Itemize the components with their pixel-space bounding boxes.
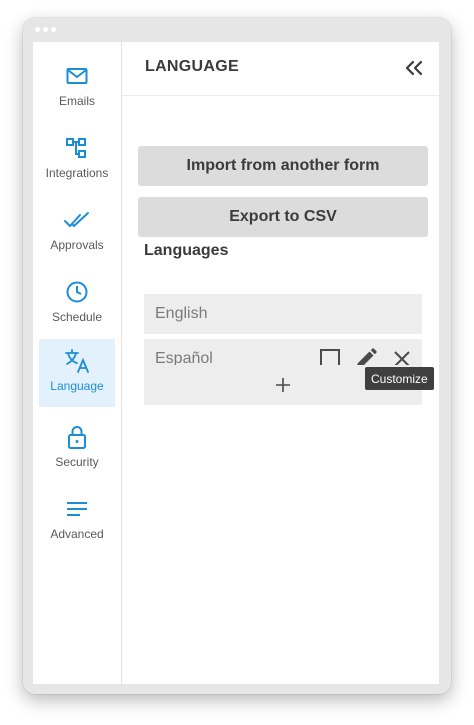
- sidebar: Emails Integrations Approvals Schedule L…: [33, 42, 122, 684]
- double-chevron-left-icon: [405, 60, 423, 76]
- plus-icon: [276, 378, 290, 392]
- window-dots: [35, 27, 56, 32]
- page-title: LANGUAGE: [145, 58, 239, 75]
- sidebar-item-label: Integrations: [45, 166, 109, 180]
- sidebar-item-label: Advanced: [50, 527, 104, 541]
- sidebar-item-language[interactable]: Language: [39, 339, 115, 407]
- sidebar-item-approvals[interactable]: Approvals: [39, 198, 115, 264]
- sidebar-item-label: Schedule: [51, 310, 103, 324]
- sidebar-item-schedule[interactable]: Schedule: [39, 270, 115, 336]
- sidebar-item-integrations[interactable]: Integrations: [39, 126, 115, 192]
- sidebar-item-security[interactable]: Security: [39, 415, 115, 481]
- settings-panel: Emails Integrations Approvals Schedule L…: [33, 42, 439, 684]
- lock-icon: [63, 423, 91, 451]
- panel-header: LANGUAGE: [122, 42, 439, 96]
- sidebar-item-label: Language: [50, 379, 104, 393]
- lines-icon: [63, 495, 91, 523]
- collapse-panel-button[interactable]: [401, 55, 427, 81]
- customize-tooltip: Customize: [365, 367, 434, 390]
- languages-section-title: Languages: [144, 242, 229, 259]
- sidebar-item-label: Emails: [58, 94, 95, 108]
- main-content: LANGUAGE Import from another form Export…: [122, 42, 439, 684]
- mail-icon: [63, 62, 91, 90]
- import-from-form-button[interactable]: Import from another form: [138, 146, 428, 186]
- clock-icon: [63, 278, 91, 306]
- sidebar-item-advanced[interactable]: Advanced: [39, 487, 115, 553]
- sidebar-item-emails[interactable]: Emails: [39, 54, 115, 120]
- translate-icon: [63, 347, 91, 375]
- integrations-icon: [63, 134, 91, 162]
- language-name: English: [155, 305, 208, 322]
- sidebar-item-label: Approvals: [50, 238, 104, 252]
- export-csv-button[interactable]: Export to CSV: [138, 197, 428, 237]
- app-window: Emails Integrations Approvals Schedule L…: [23, 18, 451, 694]
- sidebar-item-label: Security: [55, 455, 99, 469]
- double-check-icon: [63, 206, 91, 234]
- language-row-english[interactable]: English: [144, 294, 422, 334]
